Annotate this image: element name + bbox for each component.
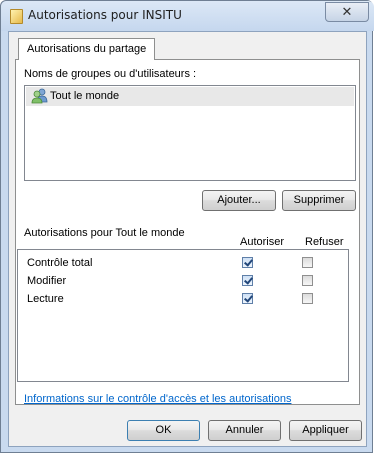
permissions-title: Autorisations pour Tout le monde	[24, 227, 185, 239]
permissions-table: Contrôle total Modifier Lecture	[17, 249, 349, 382]
remove-button[interactable]: Supprimer	[282, 190, 356, 211]
list-item-label: Tout le monde	[50, 90, 120, 102]
permission-name: Modifier	[27, 275, 67, 287]
permission-name: Contrôle total	[27, 257, 93, 269]
list-item-everyone[interactable]: Tout le monde	[26, 87, 354, 106]
allow-checkbox[interactable]	[242, 257, 253, 268]
deny-checkbox[interactable]	[302, 293, 313, 304]
folder-icon	[10, 9, 23, 24]
tab-share-permissions[interactable]: Autorisations du partage	[18, 38, 156, 60]
cancel-button[interactable]: Annuler	[208, 420, 281, 441]
deny-column-header: Refuser	[305, 236, 344, 248]
users-icon	[31, 88, 48, 104]
apply-button[interactable]: Appliquer	[289, 420, 362, 441]
deny-checkbox[interactable]	[302, 257, 313, 268]
permissions-dialog: Autorisations pour INSITU ✕ Autorisation…	[0, 0, 374, 453]
allow-column-header: Autoriser	[240, 236, 285, 248]
add-button[interactable]: Ajouter...	[202, 190, 276, 211]
permission-row-read: Lecture	[18, 291, 348, 308]
allow-checkbox[interactable]	[242, 293, 253, 304]
groups-label: Noms de groupes ou d'utilisateurs :	[24, 68, 197, 80]
groups-listbox[interactable]: Tout le monde	[24, 85, 356, 181]
title-bar[interactable]: Autorisations pour INSITU ✕	[1, 1, 374, 31]
deny-checkbox[interactable]	[302, 275, 313, 286]
window-title: Autorisations pour INSITU	[28, 8, 182, 22]
access-control-help-link[interactable]: Informations sur le contrôle d'accès et …	[24, 393, 291, 405]
permission-name: Lecture	[27, 293, 64, 305]
dialog-body: Autorisations du partage Noms de groupes…	[8, 31, 367, 447]
close-button[interactable]: ✕	[325, 2, 369, 22]
permission-row-full-control: Contrôle total	[18, 255, 348, 272]
ok-button[interactable]: OK	[127, 420, 200, 441]
permission-row-modify: Modifier	[18, 273, 348, 290]
allow-checkbox[interactable]	[242, 275, 253, 286]
